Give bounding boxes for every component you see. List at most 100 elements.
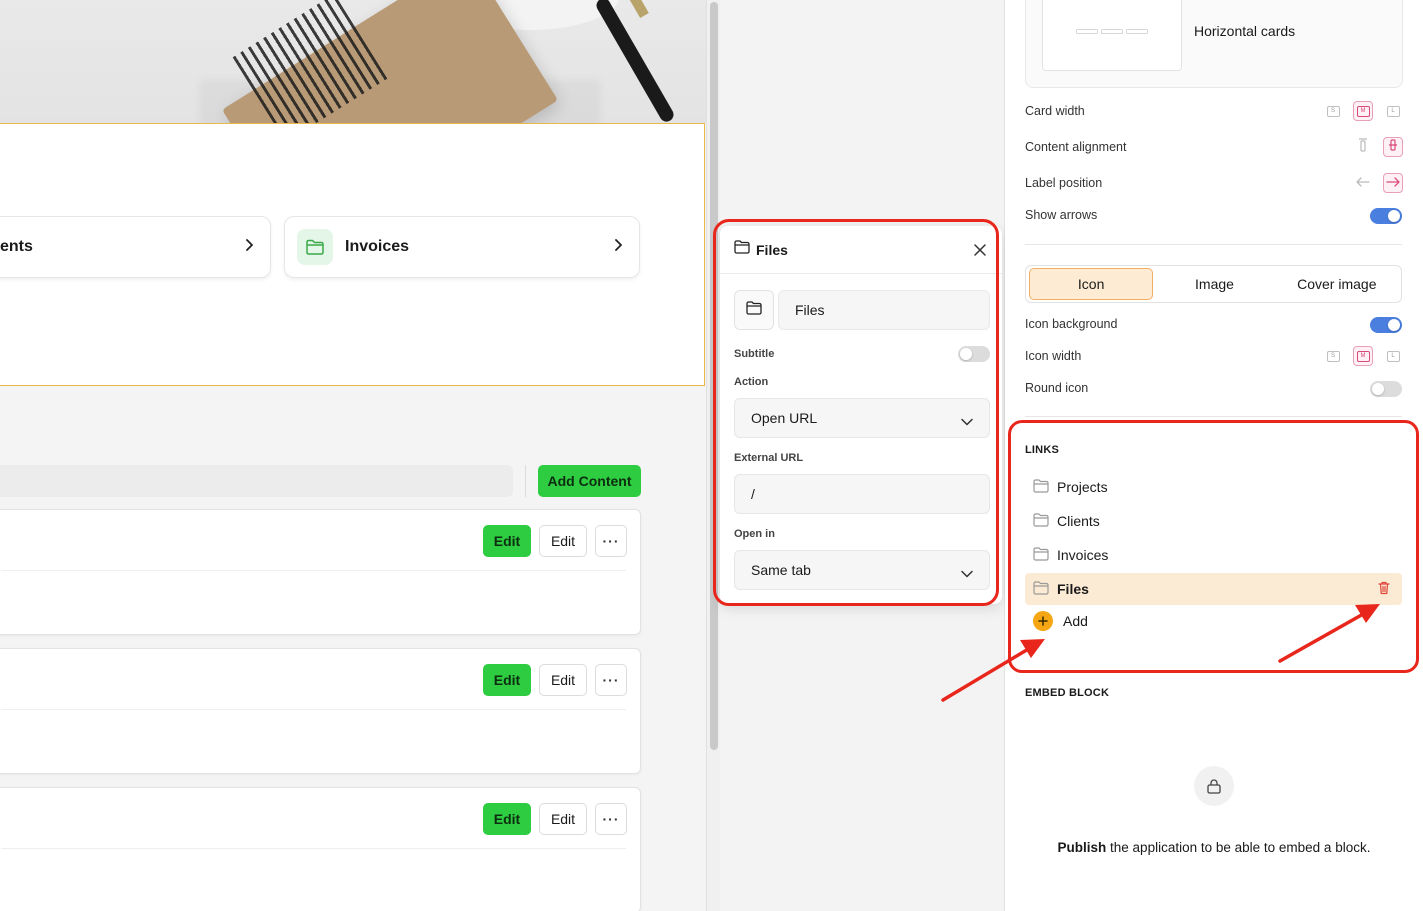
folder-icon — [1033, 478, 1049, 496]
label-position-left-button[interactable] — [1353, 173, 1373, 193]
chevron-down-icon — [961, 565, 973, 581]
lock-icon — [1194, 766, 1234, 806]
edit-secondary-button[interactable]: Edit — [539, 525, 587, 557]
edit-secondary-button[interactable]: Edit — [539, 664, 587, 696]
link-item-clients[interactable]: Clients — [1025, 505, 1402, 537]
card-width-label: Card width — [1025, 104, 1085, 118]
content-card: Edit Edit ··· — [0, 648, 641, 774]
round-icon-toggle[interactable] — [1370, 381, 1402, 397]
tab-cover-image[interactable]: Cover image — [1276, 268, 1398, 300]
card-width-options: S M L — [1323, 101, 1403, 121]
link-card-clients[interactable]: ents — [0, 216, 271, 278]
align-top-icon — [1358, 137, 1368, 157]
media-type-segmented: Icon Image Cover image — [1025, 265, 1402, 303]
layout-thumbnail — [1042, 0, 1182, 71]
icon-width-large-button[interactable]: L — [1383, 346, 1403, 366]
publish-message-rest: the application to be able to embed a bl… — [1106, 840, 1371, 855]
external-url-value: / — [751, 486, 755, 502]
card-divider — [1, 709, 626, 710]
chevron-right-icon — [613, 238, 623, 256]
link-item-label: Clients — [1057, 513, 1100, 529]
link-name-input[interactable]: Files — [778, 290, 990, 330]
icon-background-label: Icon background — [1025, 317, 1118, 331]
publish-word: Publish — [1057, 840, 1107, 855]
link-item-invoices[interactable]: Invoices — [1025, 539, 1402, 571]
icon-width-label: Icon width — [1025, 349, 1082, 363]
folder-icon — [734, 240, 750, 259]
more-options-button[interactable]: ··· — [595, 525, 627, 557]
content-alignment-label: Content alignment — [1025, 140, 1127, 154]
icon-picker-button[interactable] — [734, 290, 774, 330]
scrollbar-thumb[interactable] — [710, 2, 718, 750]
arrow-right-icon — [1386, 174, 1400, 192]
folder-icon — [746, 300, 762, 320]
edit-primary-button[interactable]: Edit — [483, 803, 531, 835]
edit-primary-button[interactable]: Edit — [483, 664, 531, 696]
more-options-button[interactable]: ··· — [595, 664, 627, 696]
subtitle-toggle[interactable] — [958, 346, 990, 362]
label-position-right-button[interactable] — [1383, 173, 1403, 193]
link-name-row: Files — [734, 290, 990, 330]
add-link-button[interactable]: Add — [1033, 611, 1088, 631]
link-card-label: ents — [0, 238, 33, 255]
card-divider — [1, 570, 626, 571]
link-item-projects[interactable]: Projects — [1025, 471, 1402, 503]
arrow-left-icon — [1356, 174, 1370, 192]
settings-panel: Horizontal cards Card width S M L Conten… — [1005, 0, 1423, 911]
action-value: Open URL — [751, 410, 818, 426]
link-item-label: Projects — [1057, 479, 1108, 495]
close-icon[interactable] — [972, 242, 988, 258]
section-divider — [1025, 416, 1402, 417]
icon-width-small-button[interactable]: S — [1323, 346, 1343, 366]
trash-icon[interactable] — [1378, 581, 1390, 598]
cover-image — [0, 0, 706, 123]
card-width-large-button[interactable]: L — [1383, 101, 1403, 121]
popover-title: Files — [756, 241, 788, 258]
link-item-files[interactable]: Files — [1025, 573, 1402, 605]
card-width-small-button[interactable]: S — [1323, 101, 1343, 121]
link-edit-popover: Files Files Subtitle Action Open URL Ext… — [720, 226, 1002, 604]
tab-icon[interactable]: Icon — [1029, 268, 1154, 300]
publish-message: Publish the application to be able to em… — [1005, 840, 1423, 855]
layout-option-card[interactable]: Horizontal cards — [1025, 0, 1403, 88]
tab-image[interactable]: Image — [1153, 268, 1275, 300]
link-card-label: Invoices — [345, 238, 410, 255]
popover-header: Files — [720, 226, 1002, 274]
action-label: Action — [734, 376, 769, 388]
content-card: Edit Edit ··· — [0, 509, 641, 635]
show-arrows-toggle[interactable] — [1370, 208, 1402, 224]
edit-secondary-button[interactable]: Edit — [539, 803, 587, 835]
more-options-button[interactable]: ··· — [595, 803, 627, 835]
app-canvas: ents Invoices Add Content Edit Edit ··· … — [0, 0, 706, 911]
round-icon-label: Round icon — [1025, 381, 1089, 395]
card-width-medium-button[interactable]: M — [1353, 101, 1373, 121]
add-content-button[interactable]: Add Content — [538, 465, 641, 497]
canvas-scrollbar[interactable] — [706, 0, 720, 911]
show-arrows-label: Show arrows — [1025, 208, 1098, 222]
search-input[interactable] — [0, 465, 513, 497]
align-center-button[interactable] — [1383, 137, 1403, 157]
card-divider — [1, 848, 626, 849]
content-alignment-options — [1353, 137, 1403, 157]
chevron-right-icon — [244, 238, 254, 256]
folder-icon — [297, 229, 333, 265]
label-position-options — [1353, 173, 1403, 193]
folder-icon — [1033, 580, 1049, 598]
icon-width-medium-button[interactable]: M — [1353, 346, 1373, 366]
subtitle-label: Subtitle — [734, 348, 775, 360]
open-in-select[interactable]: Same tab — [734, 550, 990, 590]
links-block-selected[interactable]: ents Invoices — [0, 123, 705, 386]
embed-section-title: EMBED BLOCK — [1025, 687, 1110, 699]
align-center-icon — [1388, 138, 1398, 157]
content-card: Edit Edit ··· — [0, 787, 641, 911]
label-position-label: Label position — [1025, 176, 1103, 190]
external-url-input[interactable]: / — [734, 474, 990, 514]
edit-primary-button[interactable]: Edit — [483, 525, 531, 557]
action-select[interactable]: Open URL — [734, 398, 990, 438]
align-top-button[interactable] — [1353, 137, 1373, 157]
folder-icon — [1033, 512, 1049, 530]
link-card-invoices[interactable]: Invoices — [284, 216, 640, 278]
open-in-label: Open in — [734, 528, 775, 540]
icon-background-toggle[interactable] — [1370, 317, 1402, 333]
section-divider — [1025, 244, 1402, 245]
